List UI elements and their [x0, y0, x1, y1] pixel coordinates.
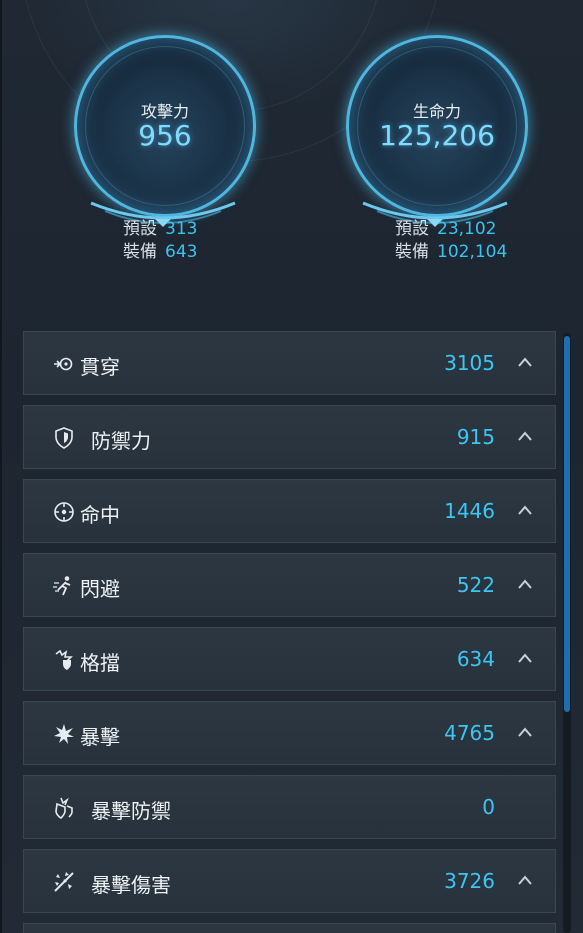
hp-orb: 生命力 125,206 [346, 35, 528, 217]
chevron-up-icon[interactable] [517, 430, 533, 442]
stat-row-value: 3726 [444, 869, 495, 893]
attack-orb: 攻擊力 956 [74, 35, 256, 217]
attack-value: 956 [138, 119, 192, 152]
stat-row-partial[interactable] [23, 923, 556, 933]
attack-stat: 攻擊力 956 [73, 35, 256, 229]
equip-value: 643 [165, 242, 198, 262]
hp-stat: 生命力 125,206 [345, 35, 528, 229]
stat-row-value: 915 [456, 425, 495, 449]
critical-defense-icon [52, 796, 76, 820]
chevron-up-icon[interactable] [517, 578, 533, 590]
equip-row: 裝備 102,104 [395, 241, 583, 264]
stat-row-penetration[interactable]: 貫穿 3105 [23, 331, 556, 395]
attack-breakdown: 預設 313 裝備 643 [123, 218, 323, 264]
preset-row: 預設 23,102 [395, 218, 583, 241]
stat-row-label: 閃避 [80, 577, 120, 601]
stat-row-label: 命中 [80, 503, 120, 527]
stat-row-label: 暴擊防禦 [91, 799, 171, 823]
chevron-up-icon[interactable] [517, 356, 533, 368]
hp-value: 125,206 [379, 119, 495, 152]
dodge-icon [52, 574, 76, 598]
chevron-up-icon[interactable] [517, 504, 533, 516]
preset-value: 313 [165, 219, 198, 239]
stat-row-label: 貫穿 [80, 355, 120, 379]
panel-edge [0, 0, 2, 933]
stat-row-defense[interactable]: 防禦力 915 [23, 405, 556, 469]
chevron-up-icon[interactable] [517, 874, 533, 886]
preset-label: 預設 [123, 219, 157, 239]
stat-row-accuracy[interactable]: 命中 1446 [23, 479, 556, 543]
stat-row-label: 防禦力 [91, 429, 151, 453]
stat-row-evasion[interactable]: 閃避 522 [23, 553, 556, 617]
stat-row-value: 522 [456, 573, 495, 597]
stat-row-block[interactable]: 格擋 634 [23, 627, 556, 691]
hp-breakdown: 預設 23,102 裝備 102,104 [395, 218, 583, 264]
preset-row: 預設 313 [123, 218, 323, 241]
stat-row-label: 暴擊 [80, 725, 120, 749]
stat-row-critical-damage[interactable]: 暴擊傷害 3726 [23, 849, 556, 913]
stat-row-value: 634 [456, 647, 495, 671]
equip-label: 裝備 [395, 242, 429, 262]
equip-label: 裝備 [123, 242, 157, 262]
stat-row-critical[interactable]: 暴擊 4765 [23, 701, 556, 765]
stat-row-value: 1446 [444, 499, 495, 523]
critical-damage-icon [52, 870, 76, 894]
chevron-up-icon[interactable] [517, 652, 533, 664]
preset-label: 預設 [395, 219, 429, 239]
crosshair-icon [52, 500, 76, 524]
scrollbar-thumb[interactable] [564, 336, 570, 712]
stat-row-critical-defense: 暴擊防禦 0 [23, 775, 556, 839]
penetration-icon [52, 352, 76, 376]
critical-icon [52, 722, 76, 746]
preset-value: 23,102 [437, 219, 497, 239]
stat-row-value: 4765 [444, 721, 495, 745]
chevron-up-icon[interactable] [517, 726, 533, 738]
stat-row-value: 0 [482, 795, 495, 819]
stat-row-value: 3105 [444, 351, 495, 375]
stat-list: 貫穿 3105 防禦力 915 命中 1446 閃避 522 格擋 634 暴擊… [23, 331, 558, 933]
equip-row: 裝備 643 [123, 241, 323, 264]
stat-row-label: 格擋 [80, 651, 120, 675]
stat-row-label: 暴擊傷害 [91, 873, 171, 897]
stats-panel: 攻擊力 956 生命力 125,206 預設 313 裝備 643 預設 23,… [0, 0, 583, 933]
equip-value: 102,104 [437, 242, 508, 262]
block-icon [52, 648, 76, 672]
shield-icon [52, 426, 76, 450]
